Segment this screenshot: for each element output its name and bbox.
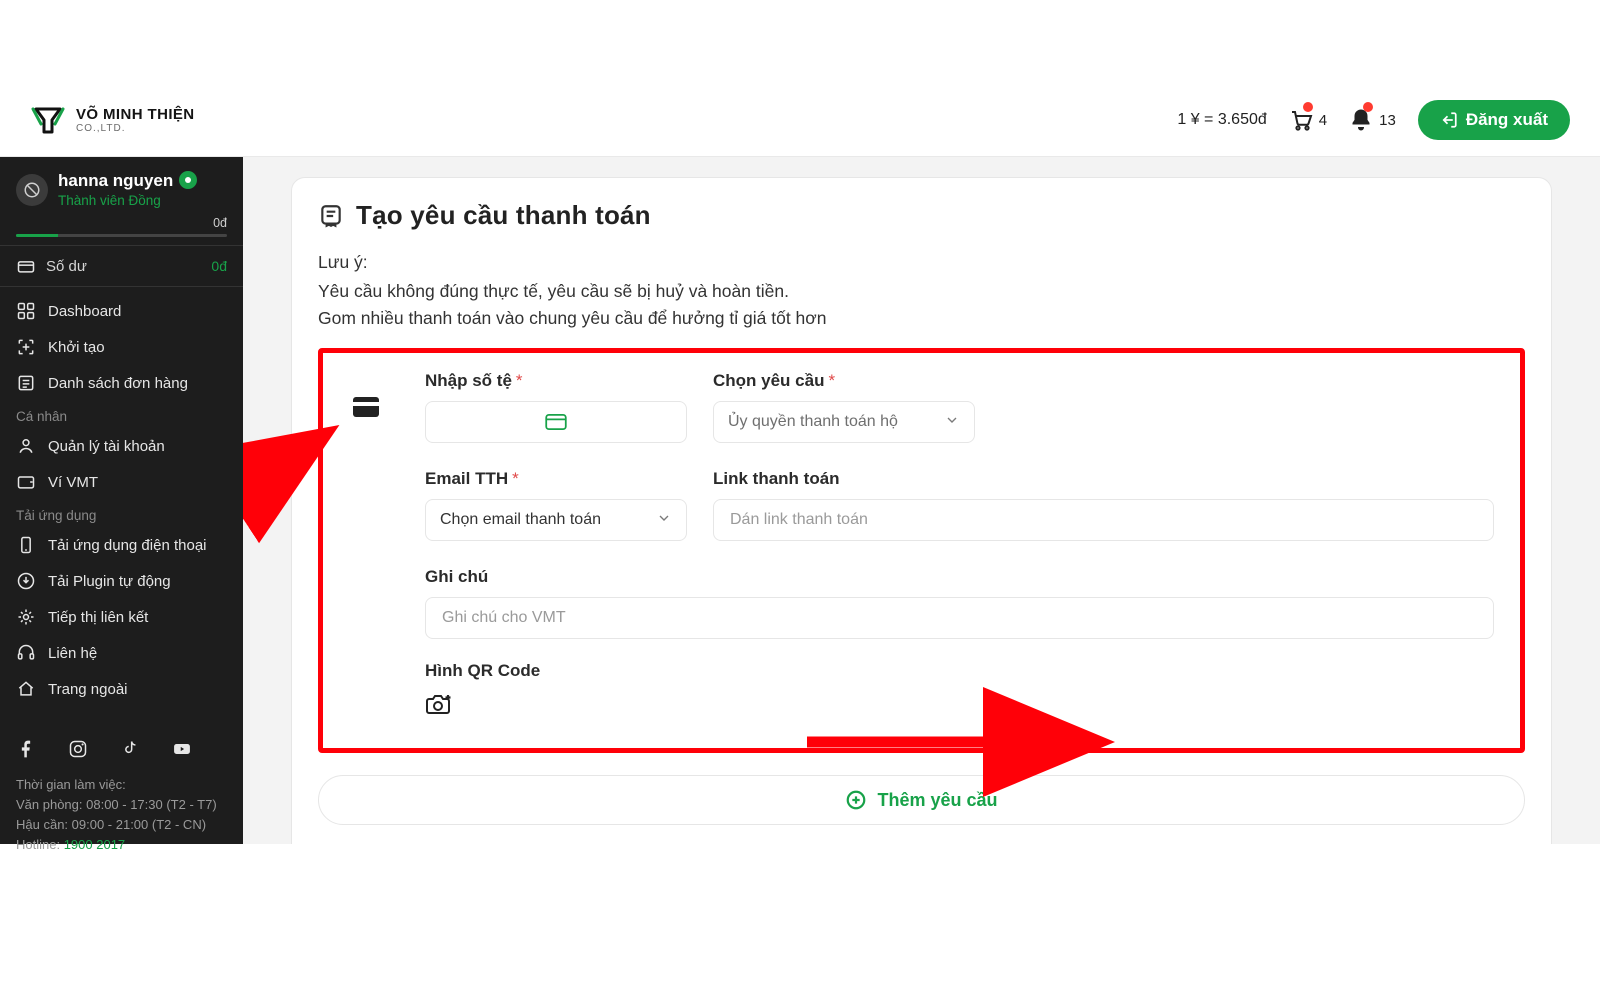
sidebar-item-dashboard[interactable]: Dashboard	[0, 293, 243, 329]
balance-row[interactable]: Số dư 0đ	[0, 245, 243, 287]
topbar: VÕ MINH THIỆN CO.,LTD. 1 ¥ = 3.650đ 4 13…	[0, 84, 1600, 156]
home-icon	[16, 679, 36, 699]
sidebar-item-label: Ví VMT	[48, 474, 98, 491]
sidebar-item-label: Khởi tạo	[48, 339, 105, 356]
brand-mark-icon	[30, 102, 66, 138]
sidebar-item-label: Trang ngoài	[48, 681, 128, 698]
receipt-icon	[318, 203, 344, 229]
tier-progress	[16, 234, 227, 237]
sidebar-item-label: Tải Plugin tự động	[48, 573, 171, 590]
wallet-icon	[16, 472, 36, 492]
sidebar-item-label: Tiếp thị liên kết	[48, 609, 148, 626]
youtube-icon[interactable]	[172, 739, 192, 763]
sidebar-item-label: Quản lý tài khoản	[48, 438, 165, 455]
sidebar-item-plugin[interactable]: Tải Plugin tự động	[0, 563, 243, 599]
request-type-label: Chọn yêu cầu*	[713, 371, 975, 391]
brand-logo[interactable]: VÕ MINH THIỆN CO.,LTD.	[30, 102, 195, 138]
sidebar-item-label: Danh sách đơn hàng	[48, 375, 188, 392]
cart-badge-dot	[1303, 102, 1313, 112]
logout-button[interactable]: Đăng xuất	[1418, 100, 1570, 140]
user-block: hanna nguyen Thành viên Đồng 0đ	[0, 157, 243, 245]
link-label: Link thanh toán	[713, 469, 1494, 489]
sidebar-item-orders[interactable]: Danh sách đơn hàng	[0, 365, 243, 401]
card-icon	[353, 371, 379, 443]
verified-icon	[179, 171, 197, 189]
brand-text: VÕ MINH THIỆN CO.,LTD.	[76, 107, 195, 134]
balance-amount: 0đ	[211, 258, 227, 274]
email-label: Email TTH*	[425, 469, 687, 489]
note-input[interactable]	[425, 597, 1494, 639]
chevron-down-icon	[944, 412, 960, 433]
page-title: Tạo yêu cầu thanh toán	[356, 200, 651, 231]
qr-upload-button[interactable]	[425, 691, 453, 717]
plus-circle-icon	[845, 789, 867, 811]
tiktok-icon[interactable]	[120, 739, 140, 763]
facebook-icon[interactable]	[16, 739, 36, 763]
sidebar-item-label: Liên hệ	[48, 645, 97, 662]
qr-label: Hình QR Code	[425, 661, 1494, 681]
user-name: hanna nguyen	[58, 172, 173, 189]
sidebar-item-external[interactable]: Trang ngoài	[0, 671, 243, 707]
scan-icon	[16, 337, 36, 357]
amount-input[interactable]	[425, 401, 687, 443]
notif-count: 13	[1379, 112, 1396, 129]
exchange-rate: 1 ¥ = 3.650đ	[1177, 111, 1266, 129]
sidebar-section-personal: Cá nhân	[0, 401, 243, 428]
avatar[interactable]	[16, 174, 48, 206]
phone-icon	[16, 535, 36, 555]
form-highlight-frame: Nhập số tệ* Chọn yêu cầu* Ủy quyền thanh…	[318, 348, 1525, 753]
amount-label: Nhập số tệ*	[425, 371, 687, 391]
social-links	[0, 733, 243, 773]
note-label: Ghi chú	[425, 567, 1494, 587]
sidebar-section-download: Tải ứng dụng	[0, 500, 243, 527]
card-outline-icon	[545, 414, 567, 430]
user-tier: Thành viên Đồng	[58, 193, 197, 208]
sidebar-item-label: Dashboard	[48, 303, 121, 320]
balance-label: Số dư	[46, 258, 87, 275]
payment-request-card: Tạo yêu cầu thanh toán Lưu ý: Yêu cầu kh…	[291, 177, 1552, 844]
share-icon	[16, 607, 36, 627]
user-icon	[16, 436, 36, 456]
camera-plus-icon	[425, 691, 453, 717]
notifications-button[interactable]: 13	[1349, 108, 1396, 132]
sidebar-item-contact[interactable]: Liên hệ	[0, 635, 243, 671]
sidebar: hanna nguyen Thành viên Đồng 0đ Số dư 0đ	[0, 157, 243, 844]
hotline-link[interactable]: 1900 2017	[64, 837, 125, 852]
sidebar-item-label: Tải ứng dụng điện thoại	[48, 537, 207, 554]
instagram-icon[interactable]	[68, 739, 88, 763]
request-type-select[interactable]: Ủy quyền thanh toán hộ	[713, 401, 975, 443]
chevron-down-icon	[656, 510, 672, 531]
wallet-icon	[16, 256, 36, 276]
main-content: Tạo yêu cầu thanh toán Lưu ý: Yêu cầu kh…	[243, 157, 1600, 844]
note-block: Lưu ý: Yêu cầu không đúng thực tế, yêu c…	[318, 249, 1525, 332]
headset-icon	[16, 643, 36, 663]
sidebar-item-mobile-app[interactable]: Tải ứng dụng điện thoại	[0, 527, 243, 563]
cart-count: 4	[1319, 112, 1327, 129]
sidebar-item-affiliate[interactable]: Tiếp thị liên kết	[0, 599, 243, 635]
email-select[interactable]: Chọn email thanh toán	[425, 499, 687, 541]
balance-small: 0đ	[16, 216, 227, 230]
list-icon	[16, 373, 36, 393]
cart-button[interactable]: 4	[1289, 108, 1327, 132]
sidebar-footer: Thời gian làm việc: Văn phòng: 08:00 - 1…	[0, 773, 243, 872]
download-icon	[16, 571, 36, 591]
sidebar-item-wallet[interactable]: Ví VMT	[0, 464, 243, 500]
grid-icon	[16, 301, 36, 321]
sidebar-item-account[interactable]: Quản lý tài khoản	[0, 428, 243, 464]
link-input[interactable]	[713, 499, 1494, 541]
sidebar-item-create[interactable]: Khởi tạo	[0, 329, 243, 365]
add-request-button[interactable]: Thêm yêu cầu	[318, 775, 1525, 825]
